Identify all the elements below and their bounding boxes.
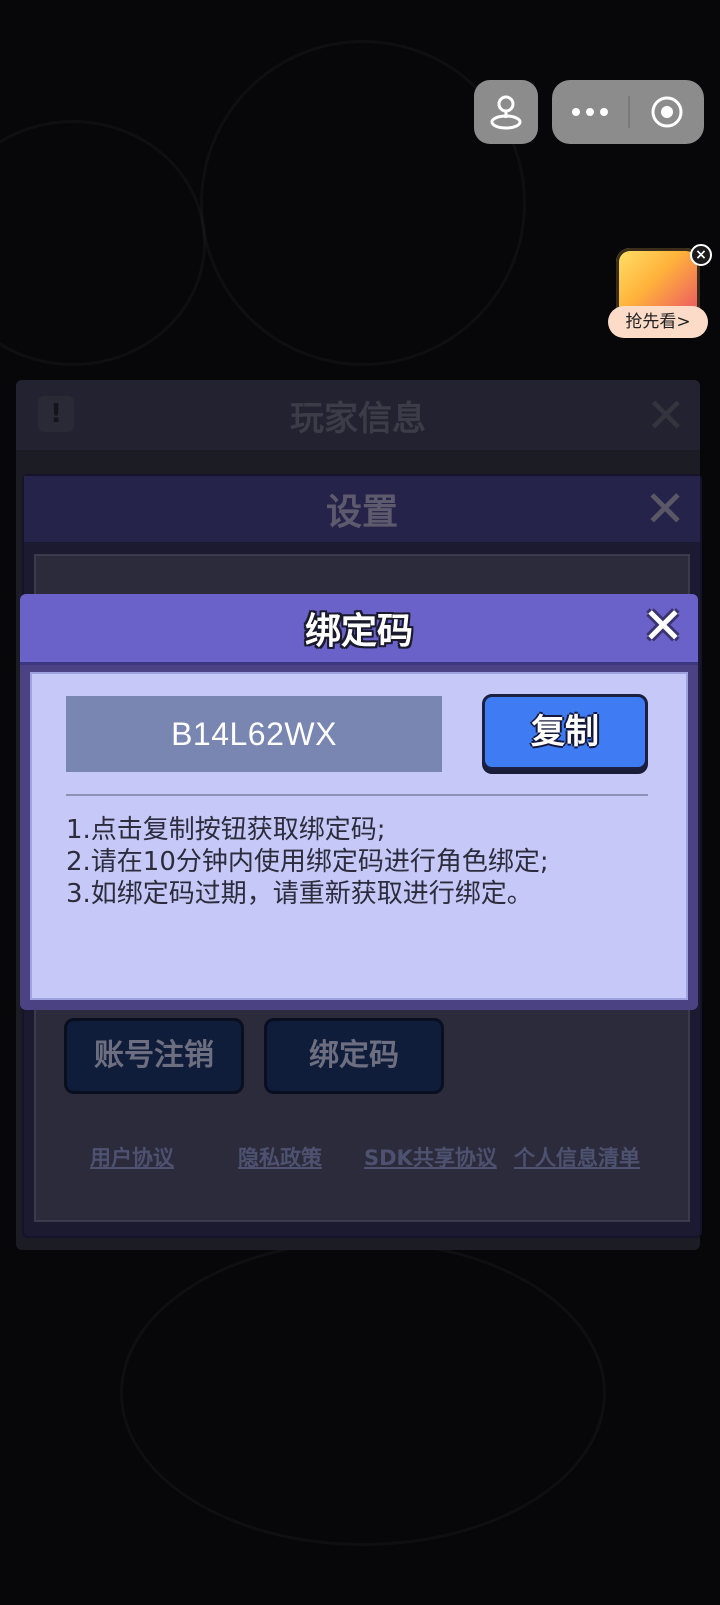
account-cancel-button[interactable]: 账号注销 [64, 1018, 244, 1094]
link-personal-info-list[interactable]: 个人信息清单 [514, 1142, 640, 1172]
bind-code-body: B14L62WX 复制 1.点击复制按钮获取绑定码; 2.请在10分钟内使用绑定… [30, 672, 688, 1000]
close-miniprogram-button[interactable] [630, 80, 704, 144]
bind-code-header: 绑定码 ✕ [20, 594, 698, 665]
player-info-header: ! 玩家信息 ✕ [16, 380, 700, 450]
divider [66, 794, 648, 796]
bind-code-button[interactable]: 绑定码 [264, 1018, 444, 1094]
link-sdk-sharing[interactable]: SDK共享协议 [364, 1142, 497, 1172]
instruction-line: 2.请在10分钟内使用绑定码进行角色绑定; [66, 847, 549, 877]
link-privacy-policy[interactable]: 隐私政策 [238, 1142, 322, 1172]
capsule-menu [552, 80, 704, 144]
bind-code-title: 绑定码 [304, 611, 413, 652]
promo-close-icon[interactable]: × [690, 244, 712, 266]
more-icon [572, 108, 608, 116]
promo-label[interactable]: 抢先看> [608, 306, 708, 338]
info-icon[interactable]: ! [38, 396, 74, 432]
joystick-icon [490, 95, 522, 130]
promo-widget[interactable]: × 抢先看> [608, 244, 712, 344]
copy-button[interactable]: 复制 [482, 694, 648, 770]
more-button[interactable] [552, 80, 628, 144]
joystick-button[interactable] [474, 80, 538, 144]
instructions: 1.点击复制按钮获取绑定码; 2.请在10分钟内使用绑定码进行角色绑定; 3.如… [66, 814, 648, 910]
settings-header: 设置 ✕ [24, 476, 700, 542]
player-info-title: 玩家信息 [290, 398, 426, 439]
settings-title: 设置 [325, 492, 398, 533]
target-icon [651, 96, 683, 128]
bind-code-value: B14L62WX [66, 696, 442, 772]
close-icon[interactable]: ✕ [644, 480, 686, 538]
instruction-line: 3.如绑定码过期，请重新获取进行绑定。 [66, 879, 533, 909]
close-icon[interactable]: ✕ [638, 601, 688, 652]
instruction-line: 1.点击复制按钮获取绑定码; [66, 815, 386, 845]
close-icon[interactable]: ✕ [646, 388, 686, 444]
link-user-agreement[interactable]: 用户协议 [90, 1142, 174, 1172]
bind-code-dialog: 绑定码 ✕ B14L62WX 复制 1.点击复制按钮获取绑定码; 2.请在10分… [20, 594, 698, 1010]
